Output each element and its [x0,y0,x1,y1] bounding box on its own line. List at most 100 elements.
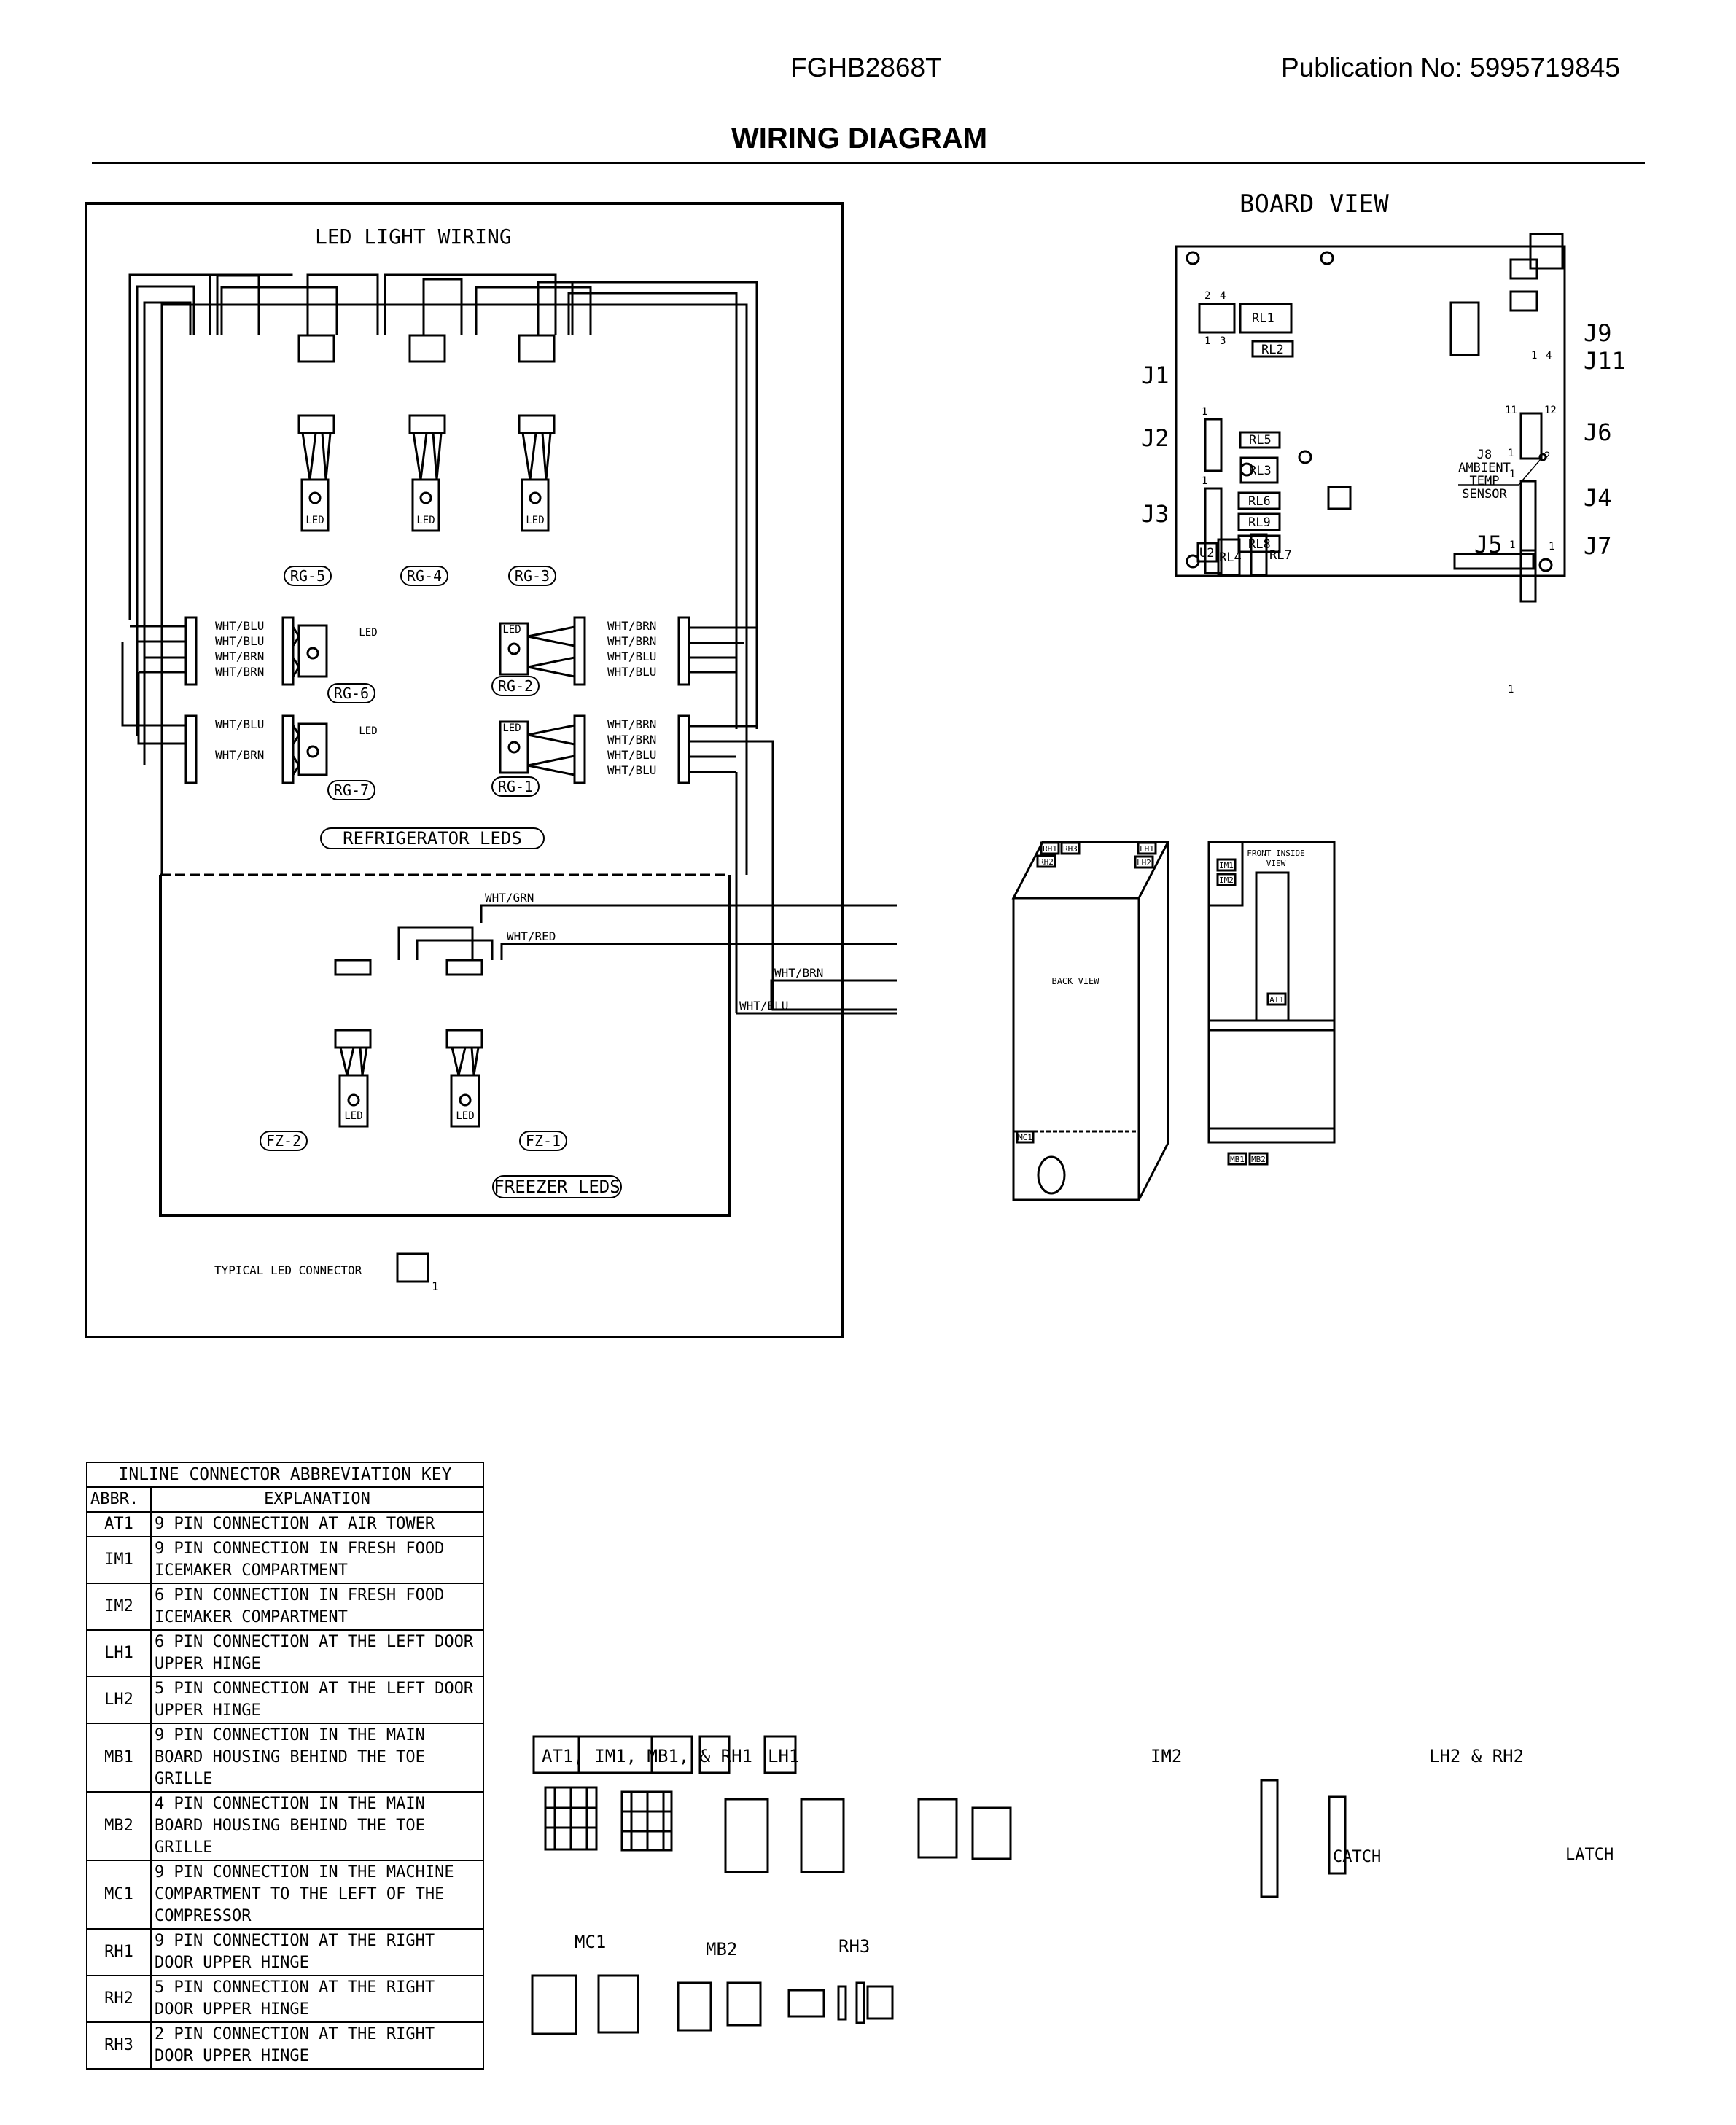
svg-text:1: 1 [1204,335,1210,347]
svg-text:WHT/BLU: WHT/BLU [607,665,656,679]
connector-rg3-top [518,334,556,363]
key-row: IM2 6 PIN CONNECTION IN FRESH FOOD ICEMAK… [86,1583,484,1631]
svg-text:11: 11 [1505,405,1517,416]
svg-text:WHT/BLU: WHT/BLU [215,619,264,633]
svg-text:LH1: LH1 [1140,844,1154,854]
explanation-cell: 9 PIN CONNECTION IN FRESH FOOD ICEMAKER … [150,1536,484,1584]
svg-text:2: 2 [1204,290,1210,302]
rg5-label: RG-5 [290,567,325,585]
svg-text:RL9: RL9 [1248,515,1271,530]
label-mb2: MB2 [706,1939,738,1960]
key-row: RH2 5 PIN CONNECTION AT THE RIGHT DOOR UP… [86,1975,484,2023]
connector-abbreviation-key: INLINE CONNECTOR ABBREVIATION KEY ABBR. … [86,1462,484,2070]
abbr-cell: MB2 [86,1791,152,1861]
svg-text:LED: LED [526,515,544,526]
svg-text:LED: LED [359,725,377,737]
svg-text:WHT/BLU: WHT/BLU [607,763,656,777]
abbr-cell: LH1 [86,1629,152,1677]
svg-text:IM1: IM1 [1219,861,1234,870]
column-header-abbr: ABBR. [86,1486,152,1513]
svg-text:1: 1 [1509,539,1515,551]
svg-text:1: 1 [1508,684,1514,695]
connector-rg6-left [184,616,198,686]
wire-wht-grn [480,904,897,923]
key-row: AT1 9 PIN CONNECTION AT AIR TOWER [86,1511,484,1537]
wire-wht-brn [770,979,897,1010]
svg-text:U2: U2 [1199,546,1214,561]
svg-text:RH3: RH3 [1063,844,1078,854]
rg7-label: RG-7 [334,781,369,799]
svg-text:J8: J8 [1477,448,1492,462]
svg-text:4: 4 [1220,290,1226,302]
svg-text:WHT/BRN: WHT/BRN [607,619,656,633]
board-view: BOARD VIEW J1 J2 J3 J4 J5 J6 J7 J9 J11 R… [1141,190,1626,695]
svg-text:1: 1 [1508,448,1514,459]
label-rh3: RH3 [838,1936,871,1957]
svg-text:MC1: MC1 [1018,1133,1032,1142]
svg-text:TEMP: TEMP [1470,474,1500,488]
abbr-cell: AT1 [86,1511,152,1537]
svg-text:LED: LED [344,1110,362,1122]
rg1-label: RG-1 [498,778,533,795]
connector-rg2-right [677,616,690,686]
abbr-cell: RH2 [86,1975,152,2023]
led-wiring-title: LED LIGHT WIRING [315,225,512,249]
explanation-cell: 6 PIN CONNECTION AT THE LEFT DOOR UPPER … [150,1629,484,1677]
connector-rg3-bottom [518,414,556,434]
rg3-label: RG-3 [515,567,550,585]
explanation-cell: 9 PIN CONNECTION AT THE RIGHT DOOR UPPER… [150,1928,484,1976]
svg-text:WHT/BRN: WHT/BRN [607,634,656,648]
svg-text:RH2: RH2 [1039,857,1054,867]
key-row: RH1 9 PIN CONNECTION AT THE RIGHT DOOR UP… [86,1928,484,1976]
wire-wht-red [500,943,897,960]
rg2-label: RG-2 [498,677,533,695]
key-row: LH1 6 PIN CONNECTION AT THE LEFT DOOR UPP… [86,1629,484,1677]
typical-led-connector [396,1252,429,1283]
svg-text:WHT/BRN: WHT/BRN [607,717,656,731]
front-inside-view-cabinet [1207,841,1336,1144]
key-row: MB1 9 PIN CONNECTION IN THE MAIN BOARD HO… [86,1723,484,1793]
svg-text:RL7: RL7 [1269,548,1292,563]
key-row: RH3 2 PIN CONNECTION AT THE RIGHT DOOR UP… [86,2021,484,2070]
connector-rg4-bottom [408,414,446,434]
board-header-top [1529,233,1564,270]
svg-text:WHT/BRN: WHT/BRN [215,650,264,663]
svg-text:RL2: RL2 [1261,343,1284,357]
key-row: MB2 4 PIN CONNECTION IN THE MAIN BOARD HO… [86,1791,484,1861]
refrigerator-leds-label: REFRIGERATOR LEDS [343,828,522,849]
abbr-cell: IM1 [86,1536,152,1584]
connector-j6 [1519,412,1543,460]
svg-text:3: 3 [1220,335,1226,347]
freezer-boundary [159,875,731,1217]
rg6-label: RG-6 [334,685,369,702]
svg-text:WHT/BRN: WHT/BRN [215,665,264,679]
abbr-cell: LH2 [86,1676,152,1724]
connector-rg4-top [408,334,446,363]
key-row: MC1 9 PIN CONNECTION IN THE MACHINE COMPA… [86,1860,484,1930]
svg-text:LED: LED [359,627,377,639]
svg-text:VIEW: VIEW [1266,859,1286,868]
svg-text:RL3: RL3 [1249,464,1272,478]
wire-label: WHT/BRN [774,966,823,980]
label-mc1: MC1 [575,1932,607,1952]
explanation-cell: 2 PIN CONNECTION AT THE RIGHT DOOR UPPER… [150,2021,484,2070]
svg-text:LED: LED [456,1110,474,1122]
board-view-title: BOARD VIEW [1239,190,1389,219]
svg-text:SENSOR: SENSOR [1462,487,1507,502]
svg-text:WHT/BRN: WHT/BRN [607,733,656,746]
label-j7: J7 [1584,532,1612,560]
key-row: LH2 5 PIN CONNECTION AT THE LEFT DOOR UPP… [86,1676,484,1724]
svg-text:RH1: RH1 [1043,844,1057,854]
svg-text:MB1: MB1 [1230,1155,1245,1164]
rg4-label: RG-4 [407,567,442,585]
latch-callout: LATCH [1565,1846,1614,1864]
svg-text:RL6: RL6 [1248,494,1271,509]
wire-label: WHT/RED [507,929,556,943]
label-lh2-rh2: LH2 & RH2 [1429,1746,1525,1766]
key-caption: INLINE CONNECTOR ABBREVIATION KEY [86,1462,484,1488]
svg-text:1: 1 [1202,475,1207,487]
catch-callout: CATCH [1333,1848,1382,1866]
abbr-cell: RH1 [86,1928,152,1976]
connector-rg5-bottom [297,414,335,434]
microcontroller [1327,486,1352,510]
